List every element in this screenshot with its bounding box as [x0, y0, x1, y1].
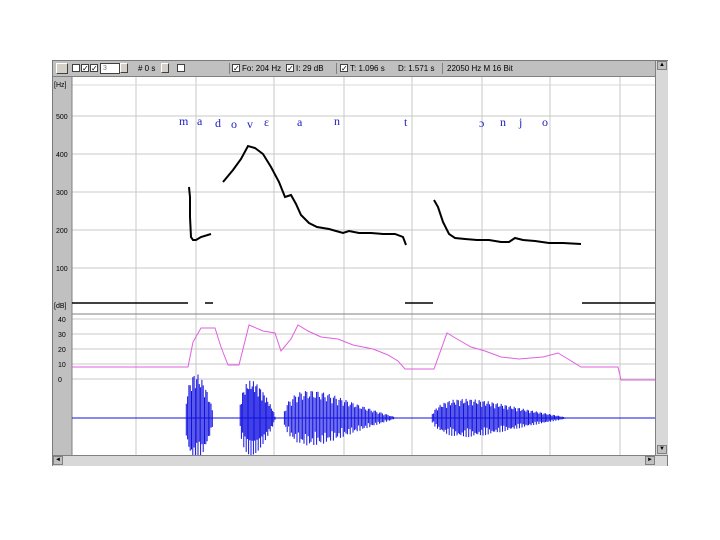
intensity-tick-label: 10 — [58, 362, 66, 369]
option-checkbox-4[interactable] — [177, 64, 185, 72]
intensity-tick-label: 30 — [58, 332, 66, 339]
audio-format-readout: 22050 Hz M 16 Bit — [447, 64, 513, 73]
smoothing-field[interactable]: 3 — [100, 63, 120, 74]
intensity-tick-label: 0 — [58, 377, 62, 384]
f0-tick-label: 100 — [56, 266, 68, 273]
toolbar: ✓ ✓ 3 # 0 s ✓ Fo: 204 Hz ✓ I: 29 dB ✓ T:… — [53, 61, 667, 77]
spin-button[interactable] — [120, 63, 128, 73]
intensity-checkbox[interactable]: ✓ — [286, 64, 294, 73]
f0-tick-label: 400 — [56, 152, 68, 159]
check-icon: ✓ — [82, 64, 89, 73]
horizontal-scrollbar[interactable]: ◄ ► — [53, 455, 667, 466]
display-mode-button[interactable] — [56, 63, 68, 74]
transcription-symbol: m — [179, 114, 189, 128]
speech-analysis-window: ✓ ✓ 3 # 0 s ✓ Fo: 204 Hz ✓ I: 29 dB ✓ T:… — [52, 60, 668, 466]
f0-tick-label: 500 — [56, 114, 68, 121]
transcription-symbol: o — [231, 117, 238, 131]
transcription-symbol: d — [215, 116, 222, 130]
transcription-symbol: a — [297, 115, 303, 129]
time-step-spin-button[interactable] — [161, 63, 169, 73]
time-checkbox[interactable]: ✓ — [340, 64, 348, 73]
transcription-symbol: o — [542, 115, 549, 129]
transcription-symbol: t — [404, 115, 408, 129]
vertical-scrollbar[interactable]: ▲ ▼ — [655, 61, 668, 455]
transcription-symbol: v — [247, 117, 254, 131]
transcription-symbol: ɛ — [264, 115, 270, 129]
scroll-down-icon[interactable]: ▼ — [657, 445, 667, 454]
intensity-tick-label: 40 — [58, 317, 66, 324]
fo-checkbox[interactable]: ✓ — [232, 64, 240, 73]
transcription-symbol: ɔ — [479, 116, 485, 130]
plot-area — [72, 77, 655, 455]
scroll-right-icon[interactable]: ► — [645, 456, 655, 465]
time-readout: T: 1.096 s — [350, 64, 385, 73]
option-checkbox-3[interactable]: ✓ — [90, 64, 98, 73]
option-checkbox-1[interactable] — [72, 64, 80, 72]
toolbar-separator — [229, 63, 230, 74]
transcription-symbol: n — [334, 114, 341, 128]
f0-unit-label: [Hz] — [54, 82, 67, 89]
analysis-plot[interactable]: [Hz] 500 400 300 200 100 [dB] 40 30 20 10 0 madovɛa… — [53, 77, 655, 462]
scroll-left-icon[interactable]: ◄ — [53, 456, 63, 465]
check-icon: ✓ — [91, 64, 98, 73]
transcription-symbol: j — [518, 115, 523, 129]
intensity-readout: I: 29 dB — [296, 64, 324, 73]
duration-readout: D: 1.571 s — [398, 64, 435, 73]
option-checkbox-2[interactable]: ✓ — [81, 64, 89, 73]
intensity-tick-label: 20 — [58, 347, 66, 354]
transcription-symbol: n — [500, 115, 507, 129]
intensity-unit-label: [dB] — [54, 303, 67, 310]
scroll-up-icon[interactable]: ▲ — [657, 61, 667, 70]
toolbar-separator — [336, 63, 337, 74]
check-icon: ✓ — [287, 64, 294, 73]
fo-readout: Fo: 204 Hz — [242, 64, 282, 73]
analysis-svg: [Hz]500400300200100[dB]403020100 madovɛa… — [53, 77, 655, 462]
f0-tick-label: 200 — [56, 228, 68, 235]
toolbar-separator — [442, 63, 443, 74]
f0-tick-label: 300 — [56, 190, 68, 197]
check-icon: ✓ — [233, 64, 240, 73]
check-icon: ✓ — [341, 64, 348, 73]
time-step-label: # 0 s — [138, 64, 156, 73]
transcription-symbol: a — [197, 114, 203, 128]
